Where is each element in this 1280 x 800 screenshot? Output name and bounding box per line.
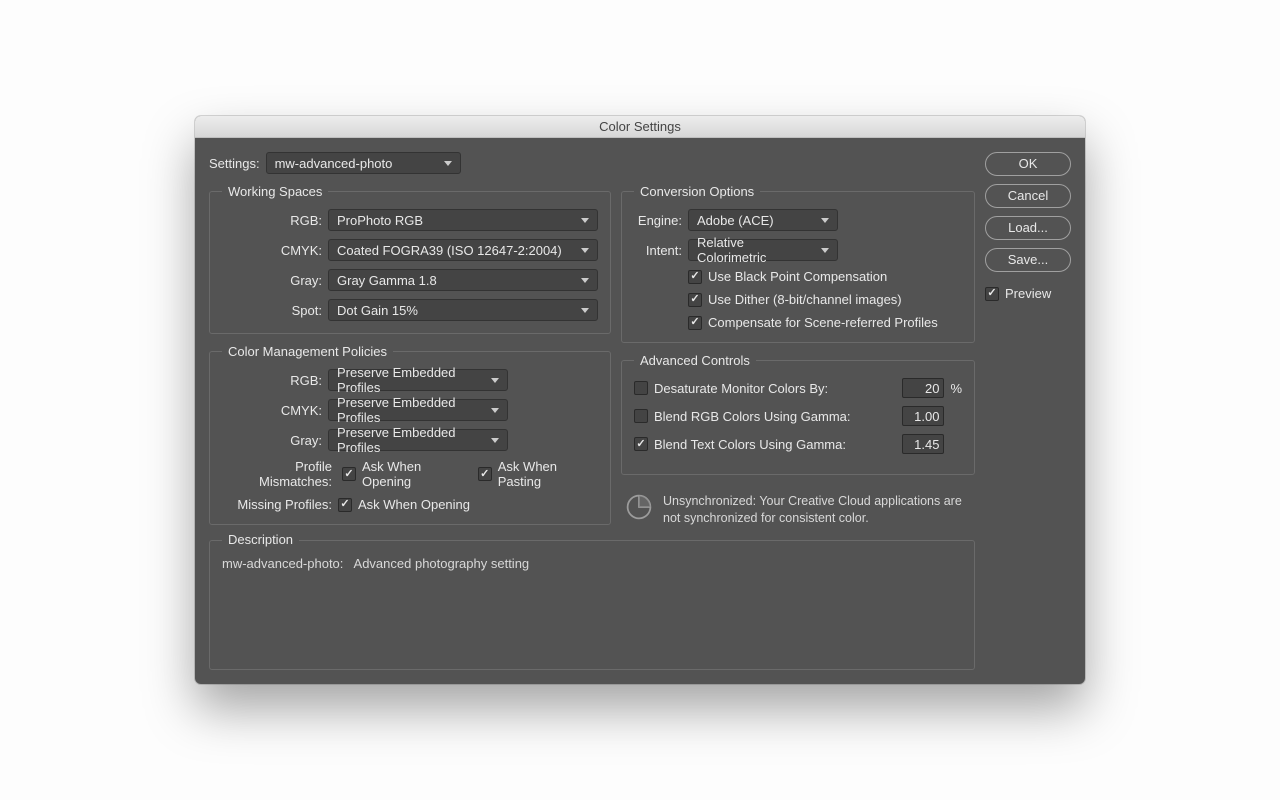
working-spaces-group: Working Spaces RGB: ProPhoto RGB CMYK: C…	[209, 184, 611, 334]
policies-legend: Color Management Policies	[222, 344, 393, 359]
sync-icon	[625, 493, 653, 521]
desat-label: Desaturate Monitor Colors By:	[654, 381, 896, 396]
color-settings-dialog: Color Settings Settings: mw-advanced-pho…	[195, 116, 1085, 684]
ws-rgb-label: RGB:	[222, 213, 322, 228]
preview-checkbox[interactable]	[985, 287, 999, 301]
mismatch-open-label: Ask When Opening	[362, 459, 468, 489]
blend-text-input[interactable]	[902, 434, 944, 454]
blend-rgb-input[interactable]	[902, 406, 944, 426]
preview-label: Preview	[1005, 286, 1051, 301]
desat-input[interactable]	[902, 378, 944, 398]
intent-dropdown[interactable]: Relative Colorimetric	[688, 239, 838, 261]
ws-cmyk-label: CMYK:	[222, 243, 322, 258]
ok-button[interactable]: OK	[985, 152, 1071, 176]
pol-cmyk-label: CMYK:	[222, 403, 322, 418]
mismatch-paste-checkbox[interactable]	[478, 467, 492, 481]
cancel-button[interactable]: Cancel	[985, 184, 1071, 208]
ws-gray-dropdown[interactable]: Gray Gamma 1.8	[328, 269, 598, 291]
ws-gray-label: Gray:	[222, 273, 322, 288]
scene-checkbox[interactable]	[688, 316, 702, 330]
pol-rgb-label: RGB:	[222, 373, 322, 388]
desat-unit: %	[950, 381, 962, 396]
mismatch-paste-label: Ask When Pasting	[498, 459, 598, 489]
blend-rgb-label: Blend RGB Colors Using Gamma:	[654, 409, 896, 424]
engine-label: Engine:	[634, 213, 682, 228]
conversion-legend: Conversion Options	[634, 184, 760, 199]
mismatch-label: Profile Mismatches:	[222, 459, 332, 489]
window-title: Color Settings	[195, 116, 1085, 138]
conversion-group: Conversion Options Engine: Adobe (ACE) I…	[621, 184, 975, 343]
bpc-label: Use Black Point Compensation	[708, 269, 887, 284]
blend-rgb-checkbox[interactable]	[634, 409, 648, 423]
blend-text-label: Blend Text Colors Using Gamma:	[654, 437, 896, 452]
missing-open-checkbox[interactable]	[338, 498, 352, 512]
sync-status: Unsynchronized: Your Creative Cloud appl…	[621, 485, 975, 526]
missing-label: Missing Profiles:	[222, 497, 332, 512]
bpc-checkbox[interactable]	[688, 270, 702, 284]
ws-cmyk-dropdown[interactable]: Coated FOGRA39 (ISO 12647-2:2004)	[328, 239, 598, 261]
settings-value: mw-advanced-photo	[275, 156, 393, 171]
pol-gray-label: Gray:	[222, 433, 322, 448]
scene-label: Compensate for Scene-referred Profiles	[708, 315, 938, 330]
missing-open-label: Ask When Opening	[358, 497, 470, 512]
pol-rgb-dropdown[interactable]: Preserve Embedded Profiles	[328, 369, 508, 391]
advanced-legend: Advanced Controls	[634, 353, 756, 368]
dither-label: Use Dither (8-bit/channel images)	[708, 292, 902, 307]
pol-cmyk-dropdown[interactable]: Preserve Embedded Profiles	[328, 399, 508, 421]
intent-label: Intent:	[634, 243, 682, 258]
sync-text: Unsynchronized: Your Creative Cloud appl…	[663, 493, 971, 526]
description-name: mw-advanced-photo:	[222, 556, 343, 571]
ws-spot-label: Spot:	[222, 303, 322, 318]
desat-checkbox[interactable]	[634, 381, 648, 395]
load-button[interactable]: Load...	[985, 216, 1071, 240]
pol-gray-dropdown[interactable]: Preserve Embedded Profiles	[328, 429, 508, 451]
description-group: Description mw-advanced-photo: Advanced …	[209, 540, 975, 670]
policies-group: Color Management Policies RGB: Preserve …	[209, 344, 611, 525]
description-legend: Description	[222, 532, 299, 547]
advanced-group: Advanced Controls Desaturate Monitor Col…	[621, 353, 975, 475]
engine-dropdown[interactable]: Adobe (ACE)	[688, 209, 838, 231]
dither-checkbox[interactable]	[688, 293, 702, 307]
working-spaces-legend: Working Spaces	[222, 184, 328, 199]
blend-text-checkbox[interactable]	[634, 437, 648, 451]
ws-rgb-dropdown[interactable]: ProPhoto RGB	[328, 209, 598, 231]
ws-spot-dropdown[interactable]: Dot Gain 15%	[328, 299, 598, 321]
settings-label: Settings:	[209, 156, 260, 171]
settings-dropdown[interactable]: mw-advanced-photo	[266, 152, 461, 174]
mismatch-open-checkbox[interactable]	[342, 467, 356, 481]
description-text: Advanced photography setting	[354, 556, 530, 571]
save-button[interactable]: Save...	[985, 248, 1071, 272]
